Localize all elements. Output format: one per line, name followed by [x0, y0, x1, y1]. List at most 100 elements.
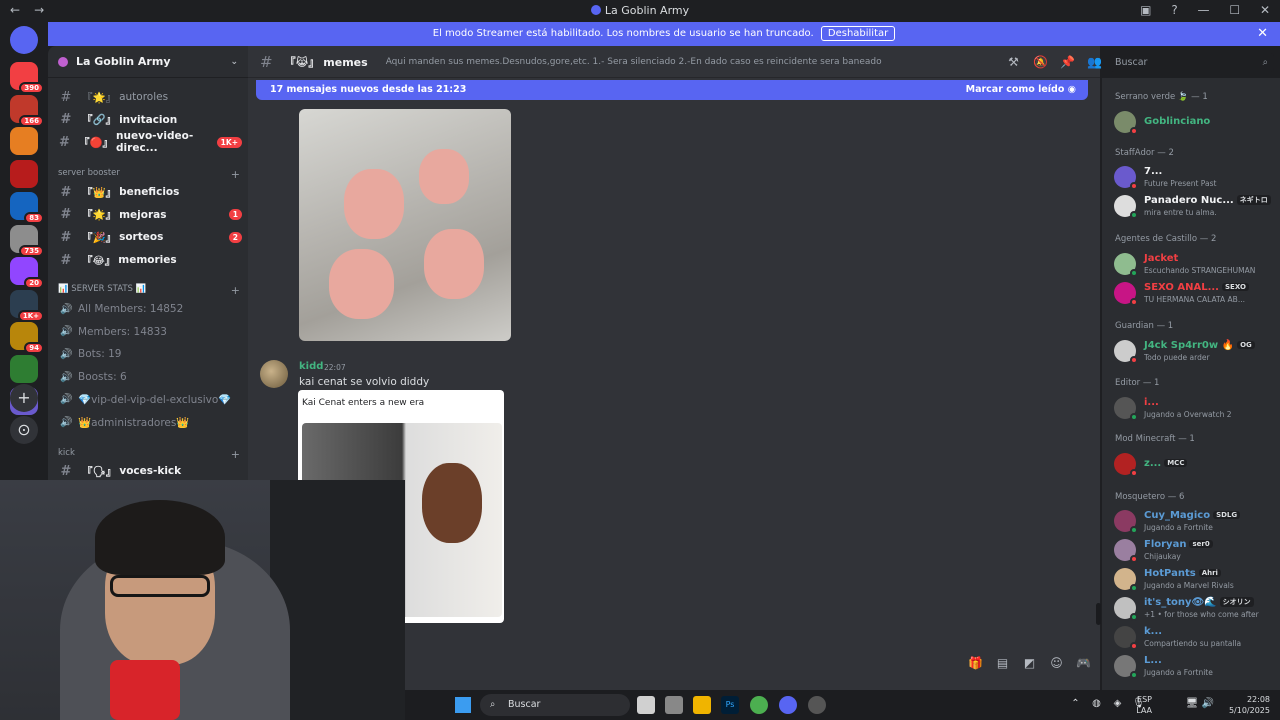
server-icon[interactable]	[10, 354, 38, 383]
add-channel-icon[interactable]: +	[231, 168, 240, 181]
direct-messages-button[interactable]	[10, 26, 38, 54]
network-volume-icons[interactable]: 🖥 🔊	[1186, 698, 1214, 709]
member-list-icon[interactable]: 👥	[1081, 55, 1108, 69]
member-activity: Future Present Past	[1144, 179, 1217, 188]
photoshop-icon[interactable]: Ps	[721, 696, 739, 714]
search-input[interactable]: Buscar ⌕	[1110, 53, 1274, 72]
channel-item[interactable]: # 『🔗』 invitacion	[56, 110, 242, 130]
threads-icon[interactable]: ⚒	[1000, 55, 1027, 69]
inbox-icon[interactable]: ▣	[1140, 3, 1151, 17]
member-name: 7...	[1144, 166, 1162, 177]
message-author[interactable]: kidd	[299, 361, 323, 372]
member-item[interactable]: k... Compartiendo su pantalla	[1114, 626, 1276, 650]
voice-channel[interactable]: 🔊 Members: 14833	[60, 322, 242, 342]
close-window-button[interactable]: ✕	[1260, 3, 1270, 17]
app-icon[interactable]	[665, 696, 683, 714]
member-item[interactable]: 7... Future Present Past	[1114, 166, 1276, 190]
minimize-button[interactable]: —	[1198, 3, 1210, 17]
add-server-icon[interactable]: +	[10, 384, 38, 412]
channel-item[interactable]: # 『🌟』 mejoras 1	[56, 205, 242, 225]
chatbar-buttons: 🎁 ▤ ◩ ☺ 🎮	[962, 656, 1097, 670]
member-item[interactable]: Cuy_Magico SDLG Jugando a Fortnite	[1114, 510, 1276, 534]
member-item[interactable]: L... Jugando a Fortnite	[1114, 655, 1276, 679]
member-activity: Compartiendo su pantalla	[1144, 639, 1242, 648]
chevron-down-icon[interactable]: ⌄	[230, 57, 238, 67]
member-name-text: Panadero Nuc...	[1144, 195, 1234, 206]
category-server-booster[interactable]: server booster +	[58, 168, 240, 181]
server-header[interactable]: La Goblin Army ⌄	[48, 46, 248, 78]
pin-icon[interactable]: 📌	[1054, 55, 1081, 69]
taskbar-search[interactable]: ⌕ Buscar	[480, 694, 630, 716]
member-item[interactable]: z... MCC	[1114, 453, 1276, 477]
channel-item[interactable]: # 『🗣』 voces-kick	[56, 461, 242, 480]
task-view-icon[interactable]	[637, 696, 655, 714]
server-icon[interactable]: 1K+	[10, 289, 44, 322]
new-messages-text: 17 mensajes nuevos desde las 21:23	[270, 84, 467, 95]
member-item[interactable]: Panadero Nuc... ネギトロ mira entre tu alma.	[1114, 195, 1276, 219]
member-item[interactable]: Jacket Escuchando STRANGEHUMAN	[1114, 253, 1276, 277]
new-messages-bar[interactable]: 17 mensajes nuevos desde las 21:23 Marca…	[256, 80, 1088, 100]
server-icon[interactable]: 83	[10, 192, 44, 224]
member-item[interactable]: Goblinciano	[1114, 111, 1276, 135]
chrome-icon[interactable]	[750, 696, 768, 714]
channel-prefix: 『🔴』	[78, 136, 114, 149]
file-explorer-icon[interactable]	[693, 696, 711, 714]
clock[interactable]: 22:08 5/10/2025	[1229, 694, 1270, 716]
scrollbar[interactable]	[1096, 603, 1101, 625]
mark-as-read-button[interactable]: Marcar como leído ◉	[966, 80, 1076, 100]
server-icon[interactable]: 94	[10, 322, 44, 354]
windows-start-icon[interactable]	[455, 697, 471, 713]
member-name: Panadero Nuc... ネギトロ	[1144, 195, 1271, 206]
category-kick[interactable]: kick +	[58, 448, 240, 461]
server-icon[interactable]	[10, 127, 38, 155]
disable-streamer-button[interactable]: Deshabilitar	[820, 26, 896, 41]
mark-read-icon: ◉	[1067, 84, 1076, 95]
server-icon[interactable]: 20	[10, 257, 44, 289]
channel-item[interactable]: # 『🔴』 nuevo-video-direc... 1K+	[56, 130, 242, 154]
avatar[interactable]	[260, 360, 288, 388]
category-server-stats[interactable]: 📊 SERVER STATS 📊 +	[58, 284, 240, 297]
gif-icon[interactable]: ▤	[989, 656, 1016, 670]
help-icon[interactable]: ?	[1171, 3, 1177, 17]
tray-app-icon[interactable]: ◈	[1107, 698, 1128, 709]
member-item[interactable]: SEXO ANAL... SEXO TU HERMANA CALATA AB...	[1114, 282, 1276, 306]
app-icon[interactable]	[808, 696, 826, 714]
member-item[interactable]: i... Jugando a Overwatch 2	[1114, 397, 1276, 421]
add-channel-icon[interactable]: +	[231, 284, 240, 297]
member-item[interactable]: HotPants Ahri Jugando a Marvel Rivals	[1114, 568, 1276, 592]
channel-item[interactable]: # 『🌟』 autoroles	[56, 87, 242, 107]
gift-icon[interactable]: 🎁	[962, 656, 989, 670]
emoji-icon[interactable]: ☺	[1043, 656, 1070, 670]
channel-topic[interactable]: Aqui manden sus memes.Desnudos,gore,etc.…	[386, 57, 882, 67]
hash-icon: #	[60, 112, 72, 128]
mention-badge: 1K+	[17, 309, 44, 322]
server-icon[interactable]: 735	[10, 224, 44, 257]
channel-item[interactable]: # 『🎉』 sorteos 2	[56, 227, 242, 247]
server-icon[interactable]	[10, 159, 38, 188]
member-item[interactable]: Floryan ser0 Chijaukay	[1114, 539, 1276, 563]
member-item[interactable]: it's_tony👁🌊 シオリン +1 • for those who come a…	[1114, 597, 1276, 621]
add-channel-icon[interactable]: +	[231, 448, 240, 461]
voice-channel[interactable]: 🔊 All Members: 14852	[60, 299, 242, 319]
voice-channel[interactable]: 🔊 💎vip-del-vip-del-exclusivo💎	[60, 390, 242, 410]
server-icon[interactable]: 166	[10, 94, 44, 127]
chevron-up-icon[interactable]: ⌃	[1065, 698, 1086, 709]
voice-channel[interactable]: 🔊 👑administradores👑	[60, 413, 242, 433]
member-item[interactable]: J4ck Sp4rr0w 🔥 OG Todo puede arder	[1114, 340, 1276, 364]
mute-bell-icon[interactable]: 🔕	[1027, 55, 1054, 69]
discover-icon[interactable]: ⊙	[10, 416, 38, 444]
activities-icon[interactable]: 🎮	[1070, 656, 1097, 670]
channel-prefix: 『🌟』	[82, 209, 117, 222]
voice-channel[interactable]: 🔊 Bots: 19	[60, 344, 242, 364]
channel-item[interactable]: # 『😂』 memories	[56, 250, 242, 270]
language-indicator[interactable]: ESP LAA	[1136, 694, 1152, 716]
tray-app-icon[interactable]: ◍	[1086, 698, 1107, 709]
voice-channel[interactable]: 🔊 Boosts: 6	[60, 367, 242, 387]
server-icon[interactable]: 390	[10, 62, 44, 94]
channel-item[interactable]: # 『👑』 beneficios	[56, 182, 242, 202]
maximize-button[interactable]: ☐	[1229, 3, 1240, 17]
discord-icon[interactable]	[779, 696, 797, 714]
sticker-icon[interactable]: ◩	[1016, 656, 1043, 670]
close-icon[interactable]: ✕	[1257, 22, 1268, 46]
meme-image[interactable]	[299, 109, 511, 341]
